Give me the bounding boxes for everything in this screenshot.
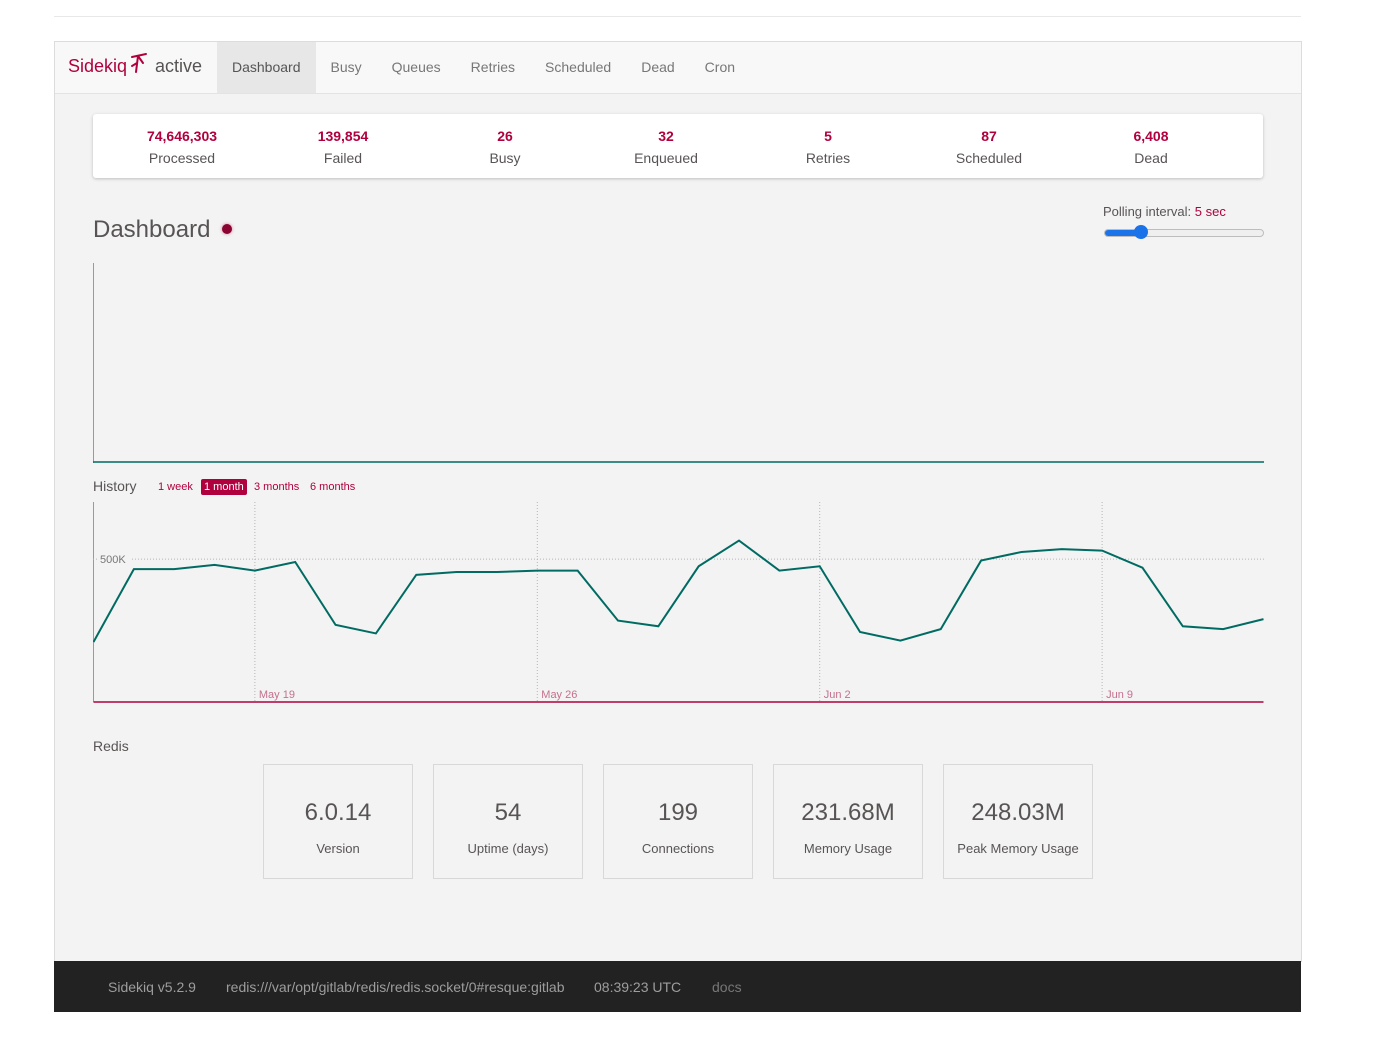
nav-queues[interactable]: Queues <box>377 42 456 93</box>
stat-scheduled[interactable]: 87 Scheduled <box>914 128 1064 166</box>
stat-count: 6,408 <box>1133 128 1169 144</box>
redis-stat-label: Memory Usage <box>803 841 893 856</box>
redis-stat-version: 6.0.14 Version <box>263 764 413 879</box>
redis-stat-value: 231.68M <box>801 799 895 826</box>
x-tick-label: May 26 <box>541 689 577 701</box>
range-3-months[interactable]: 3 months <box>251 479 302 495</box>
stat-count: 74,646,303 <box>146 128 218 144</box>
brand-name: Sidekiq <box>68 56 128 76</box>
redis-stat-label: Peak Memory Usage <box>957 841 1079 856</box>
redis-title: Redis <box>93 738 129 754</box>
polling-interval-label: Polling interval: <box>1103 204 1192 219</box>
summary-bar: 74,646,303 Processed 139,854 Failed 26 B… <box>93 114 1263 178</box>
sidekiq-logo-icon <box>131 53 148 73</box>
redis-stat-value: 6.0.14 <box>304 799 372 826</box>
stat-count: 87 <box>981 128 997 144</box>
stat-label: Dead <box>1134 150 1168 166</box>
beacon-dot-icon <box>222 224 232 234</box>
stat-count: 26 <box>497 128 513 144</box>
history-chart: 500K May 19 May 26 Jun 2 Jun 9 <box>93 502 1264 703</box>
status-label: active <box>155 56 203 76</box>
stat-count: 32 <box>658 128 674 144</box>
x-tick-label: Jun 2 <box>824 689 851 701</box>
redis-stat-label: Uptime (days) <box>467 841 549 856</box>
navbar: Sidekiq active Dashboard Busy Queues Ret… <box>55 42 1301 94</box>
stat-label: Failed <box>323 150 363 166</box>
range-6-months[interactable]: 6 months <box>307 479 358 495</box>
page-title: Dashboard <box>93 216 211 243</box>
footer-docs-link[interactable]: docs <box>712 979 742 995</box>
stat-label: Busy <box>489 150 521 166</box>
redis-stat-uptime: 54 Uptime (days) <box>433 764 583 879</box>
redis-stat-connections: 199 Connections <box>603 764 753 879</box>
redis-stat-value: 54 <box>494 799 522 826</box>
stat-label: Enqueued <box>634 150 698 166</box>
nav-dashboard[interactable]: Dashboard <box>217 42 316 93</box>
redis-stat-value: 199 <box>657 799 699 826</box>
nav-cron[interactable]: Cron <box>690 42 750 93</box>
stat-busy[interactable]: 26 Busy <box>430 128 580 166</box>
stat-failed[interactable]: 139,854 Failed <box>268 128 418 166</box>
slider-thumb[interactable] <box>1133 225 1148 239</box>
footer-version: Sidekiq v5.2.9 <box>108 979 196 995</box>
top-divider <box>54 16 1301 17</box>
y-tick-label: 500K <box>100 554 126 566</box>
stat-retries[interactable]: 5 Retries <box>753 128 903 166</box>
footer-time: 08:39:23 UTC <box>594 979 682 995</box>
redis-stat-label: Connections <box>641 841 715 856</box>
redis-stat-label: Version <box>316 841 360 856</box>
nav-dead[interactable]: Dead <box>626 42 689 93</box>
polling-interval-slider[interactable] <box>1104 225 1264 239</box>
x-tick-label: Jun 9 <box>1106 689 1133 701</box>
range-1-month[interactable]: 1 month <box>201 479 247 495</box>
x-tick-label: May 19 <box>259 689 295 701</box>
stat-enqueued[interactable]: 32 Enqueued <box>591 128 741 166</box>
stat-label: Scheduled <box>955 150 1023 166</box>
stat-count: 5 <box>824 128 832 144</box>
brand[interactable]: Sidekiq active <box>68 53 203 77</box>
polling-interval-value: 5 sec <box>1194 204 1226 219</box>
footer: Sidekiq v5.2.9 redis:///var/opt/gitlab/r… <box>54 961 1301 1012</box>
redis-stat-peak-memory: 248.03M Peak Memory Usage <box>943 764 1093 879</box>
stat-processed[interactable]: 74,646,303 Processed <box>107 128 257 166</box>
footer-redis-url: redis:///var/opt/gitlab/redis/redis.sock… <box>226 979 565 995</box>
redis-stat-value: 248.03M <box>971 799 1065 826</box>
nav-menu: Dashboard Busy Queues Retries Scheduled … <box>217 42 750 93</box>
stat-label: Retries <box>805 150 851 166</box>
range-1-week[interactable]: 1 week <box>155 479 196 495</box>
stat-dead[interactable]: 6,408 Dead <box>1076 128 1226 166</box>
main-container: Sidekiq active Dashboard Busy Queues Ret… <box>54 41 1302 962</box>
nav-retries[interactable]: Retries <box>456 42 530 93</box>
history-label: History <box>93 478 137 494</box>
nav-busy[interactable]: Busy <box>316 42 377 93</box>
polling-interval: Polling interval: 5 sec <box>1103 204 1226 219</box>
stat-count: 139,854 <box>317 128 369 144</box>
realtime-chart <box>93 263 1264 463</box>
nav-scheduled[interactable]: Scheduled <box>530 42 626 93</box>
stat-label: Processed <box>148 150 216 166</box>
processed-series-line <box>93 539 1264 643</box>
redis-stat-memory: 231.68M Memory Usage <box>773 764 923 879</box>
